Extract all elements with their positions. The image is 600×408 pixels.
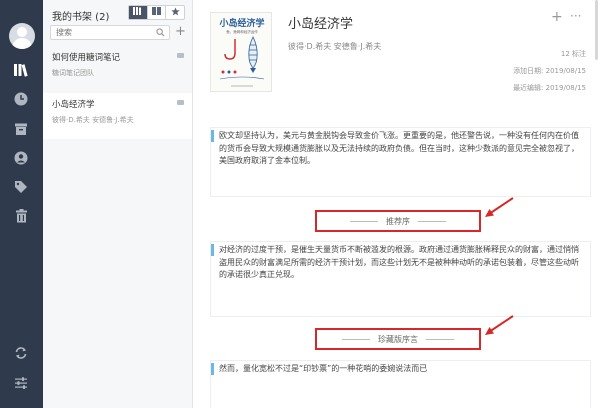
trash-icon[interactable] [12,207,30,225]
book-detail-pane: 小岛经济学 鱼、渔网和经济运作 小岛经济学 彼得·D.希夫 安德鲁·J.希夫 +… [193,0,600,408]
book-item-icon [177,53,184,58]
note-card[interactable]: 欧文却坚持认为，美元与黄金脱钩会导致金价飞涨。更重要的是，他还警告说，一种没有任… [210,127,591,197]
left-rail [0,0,43,408]
book-title: 小岛经济学 [288,17,354,32]
book-item-icon [177,100,184,105]
view-shelf-button[interactable] [129,6,148,19]
star-icon [171,6,180,19]
note-card[interactable]: 然而，量化宽松不过是“印钞票”的一种花哨的委婉说法而已 [210,360,591,408]
library-icon[interactable] [12,61,30,79]
scrollbar-thumb[interactable] [595,0,598,60]
book-item-title: 小岛经济学 [52,100,95,110]
edited-date: 最近编辑: 2019/08/15 [513,84,586,92]
book-item-author: 彼得·D.希夫 安德鲁·J.希夫 [52,116,134,124]
annotation-arrow [485,197,514,217]
user-circle-icon[interactable] [12,149,30,167]
book-author: 彼得·D.希夫 安德鲁·J.希夫 [288,42,382,51]
tag-icon[interactable] [12,178,30,196]
shelf-view-icon [133,7,142,18]
search-box [50,25,170,40]
settings-sliders-icon[interactable] [12,374,30,392]
book-cover-image: 小岛经济学 鱼、渔网和经济运作 [211,13,271,91]
add-book-button[interactable]: + [175,24,186,39]
avatar[interactable] [9,23,35,49]
cover-title: 小岛经济学 [218,17,264,29]
book-view-icon [152,7,161,18]
clock-icon[interactable] [12,90,30,108]
divider-line [418,220,446,222]
note-card[interactable]: 对经济的过度干预，是催生天量货币不断被滥发的根源。政府通过通货膨胀稀释民众的财富… [210,241,591,317]
note-accent-bar [211,244,214,256]
note-accent-bar [211,130,214,142]
search-input[interactable] [51,26,155,39]
view-toggle [128,5,185,20]
book-item-author: 糖词笔记团队 [52,69,94,77]
annotation-arrow [485,315,514,335]
section-collector-preface[interactable]: 珍藏版序言 [315,328,481,350]
note-text: 欧文却坚持认为，美元与黄金脱钩会导致金价飞涨。更重要的是，他还警告说，一种没有任… [219,131,579,165]
note-text: 对经济的过度干预，是催生天量货币不断被滥发的根源。政府通过通货膨胀稀释民众的财富… [219,245,579,279]
book-cover: 小岛经济学 鱼、渔网和经济运作 [210,12,272,92]
sync-icon[interactable] [12,344,30,362]
section-recommend-preface[interactable]: 推荐序 [315,210,481,232]
book-list-item[interactable]: 如何使用糖词笔记 糖词笔记团队 [43,46,192,92]
divider-line [342,338,370,340]
search-icon[interactable] [156,28,165,40]
divider-line [350,220,378,222]
added-date: 添加日期: 2019/08/15 [513,67,586,75]
divider-line [426,338,454,340]
cover-subtitle: 鱼、渔网和经济运作 [226,29,258,34]
archive-icon[interactable] [12,120,30,138]
section-label: 珍藏版序言 [378,334,418,344]
view-book-button[interactable] [148,6,167,19]
section-label: 推荐序 [386,216,410,226]
view-starred-button[interactable] [166,6,184,19]
more-options-button[interactable]: ··· [570,9,581,23]
shelf-title: 我的书架 (2) [52,12,110,23]
note-count: 12 标注 [560,50,586,58]
book-item-title: 如何使用糖词笔记 [52,53,121,63]
note-accent-bar [211,363,214,375]
add-note-button[interactable]: + [551,9,563,25]
book-list-item-active[interactable]: 小岛经济学 彼得·D.希夫 安德鲁·J.希夫 [43,93,192,139]
bookshelf-panel: 我的书架 (2) + 如何使用糖词笔记 糖词笔记团队 小岛经济学 彼得·D.希夫… [43,0,193,408]
note-text: 然而，量化宽松不过是“印钞票”的一种花哨的委婉说法而已 [219,364,428,373]
